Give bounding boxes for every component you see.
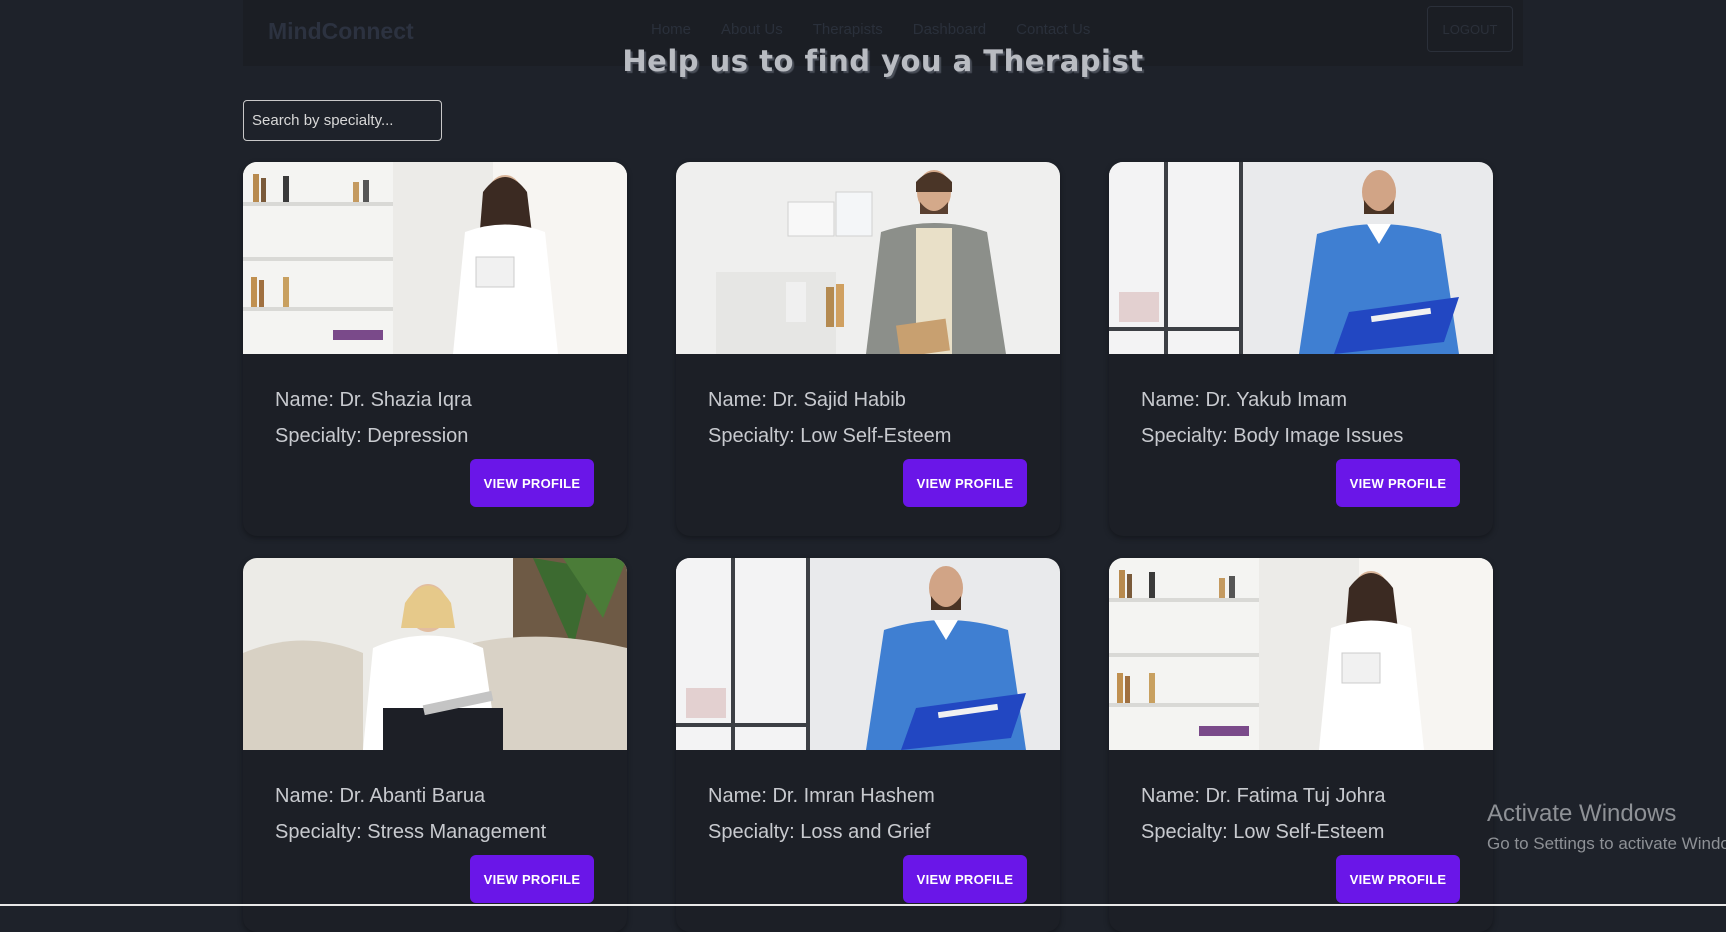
specialty-search-input[interactable] bbox=[243, 100, 442, 141]
view-profile-button[interactable]: VIEW PROFILE bbox=[1336, 855, 1460, 903]
therapist-specialty: Specialty: Low Self-Esteem bbox=[1141, 821, 1385, 843]
therapist-specialty: Specialty: Body Image Issues bbox=[1141, 425, 1404, 447]
therapist-card: Name: Dr. Imran Hashem Specialty: Loss a… bbox=[676, 558, 1060, 932]
therapist-name: Name: Dr. Imran Hashem bbox=[708, 785, 935, 807]
therapist-photo bbox=[243, 162, 627, 354]
therapist-name: Name: Dr. Abanti Barua bbox=[275, 785, 486, 807]
therapist-name: Name: Dr. Fatima Tuj Johra bbox=[1141, 785, 1386, 807]
therapist-specialty: Specialty: Stress Management bbox=[275, 821, 547, 843]
brand-logo-text[interactable]: MindConnect bbox=[268, 18, 414, 45]
view-profile-button[interactable]: VIEW PROFILE bbox=[470, 459, 594, 507]
view-profile-button[interactable]: VIEW PROFILE bbox=[470, 855, 594, 903]
therapist-photo bbox=[676, 558, 1060, 750]
nav-link-dashboard[interactable]: Dashboard bbox=[913, 21, 986, 38]
view-profile-button[interactable]: VIEW PROFILE bbox=[1336, 459, 1460, 507]
activate-windows-watermark: Activate Windows Go to Settings to activ… bbox=[1487, 800, 1726, 854]
therapist-name: Name: Dr. Yakub Imam bbox=[1141, 389, 1347, 411]
therapist-photo bbox=[1109, 558, 1493, 750]
therapist-card: Name: Dr. Abanti Barua Specialty: Stress… bbox=[243, 558, 627, 932]
nav-link-therapists[interactable]: Therapists bbox=[813, 21, 883, 38]
view-profile-button[interactable]: VIEW PROFILE bbox=[903, 855, 1027, 903]
therapist-card: Name: Dr. Sajid Habib Specialty: Low Sel… bbox=[676, 162, 1060, 536]
page-title: Help us to find you a Therapist bbox=[622, 44, 1144, 78]
therapist-photo bbox=[243, 558, 627, 750]
watermark-title: Activate Windows bbox=[1487, 800, 1677, 827]
nav-link-contact-us[interactable]: Contact Us bbox=[1016, 21, 1090, 38]
therapist-specialty: Specialty: Depression bbox=[275, 425, 469, 447]
therapist-name: Name: Dr. Sajid Habib bbox=[708, 389, 906, 411]
therapist-card: Name: Dr. Fatima Tuj Johra Specialty: Lo… bbox=[1109, 558, 1493, 932]
therapist-card: Name: Dr. Yakub Imam Specialty: Body Ima… bbox=[1109, 162, 1493, 536]
watermark-subtitle: Go to Settings to activate Windows. bbox=[1487, 834, 1726, 853]
nav-link-home[interactable]: Home bbox=[651, 21, 691, 38]
therapist-photo bbox=[1109, 162, 1493, 354]
nav-link-about-us[interactable]: About Us bbox=[721, 21, 783, 38]
therapist-card: Name: Dr. Shazia Iqra Specialty: Depress… bbox=[243, 162, 627, 536]
therapist-photo bbox=[676, 162, 1060, 354]
nav-links: Home About Us Therapists Dashboard Conta… bbox=[651, 21, 1120, 38]
therapist-name: Name: Dr. Shazia Iqra bbox=[275, 389, 472, 411]
therapist-specialty: Specialty: Loss and Grief bbox=[708, 821, 931, 843]
view-profile-button[interactable]: VIEW PROFILE bbox=[903, 459, 1027, 507]
therapist-specialty: Specialty: Low Self-Esteem bbox=[708, 425, 952, 447]
